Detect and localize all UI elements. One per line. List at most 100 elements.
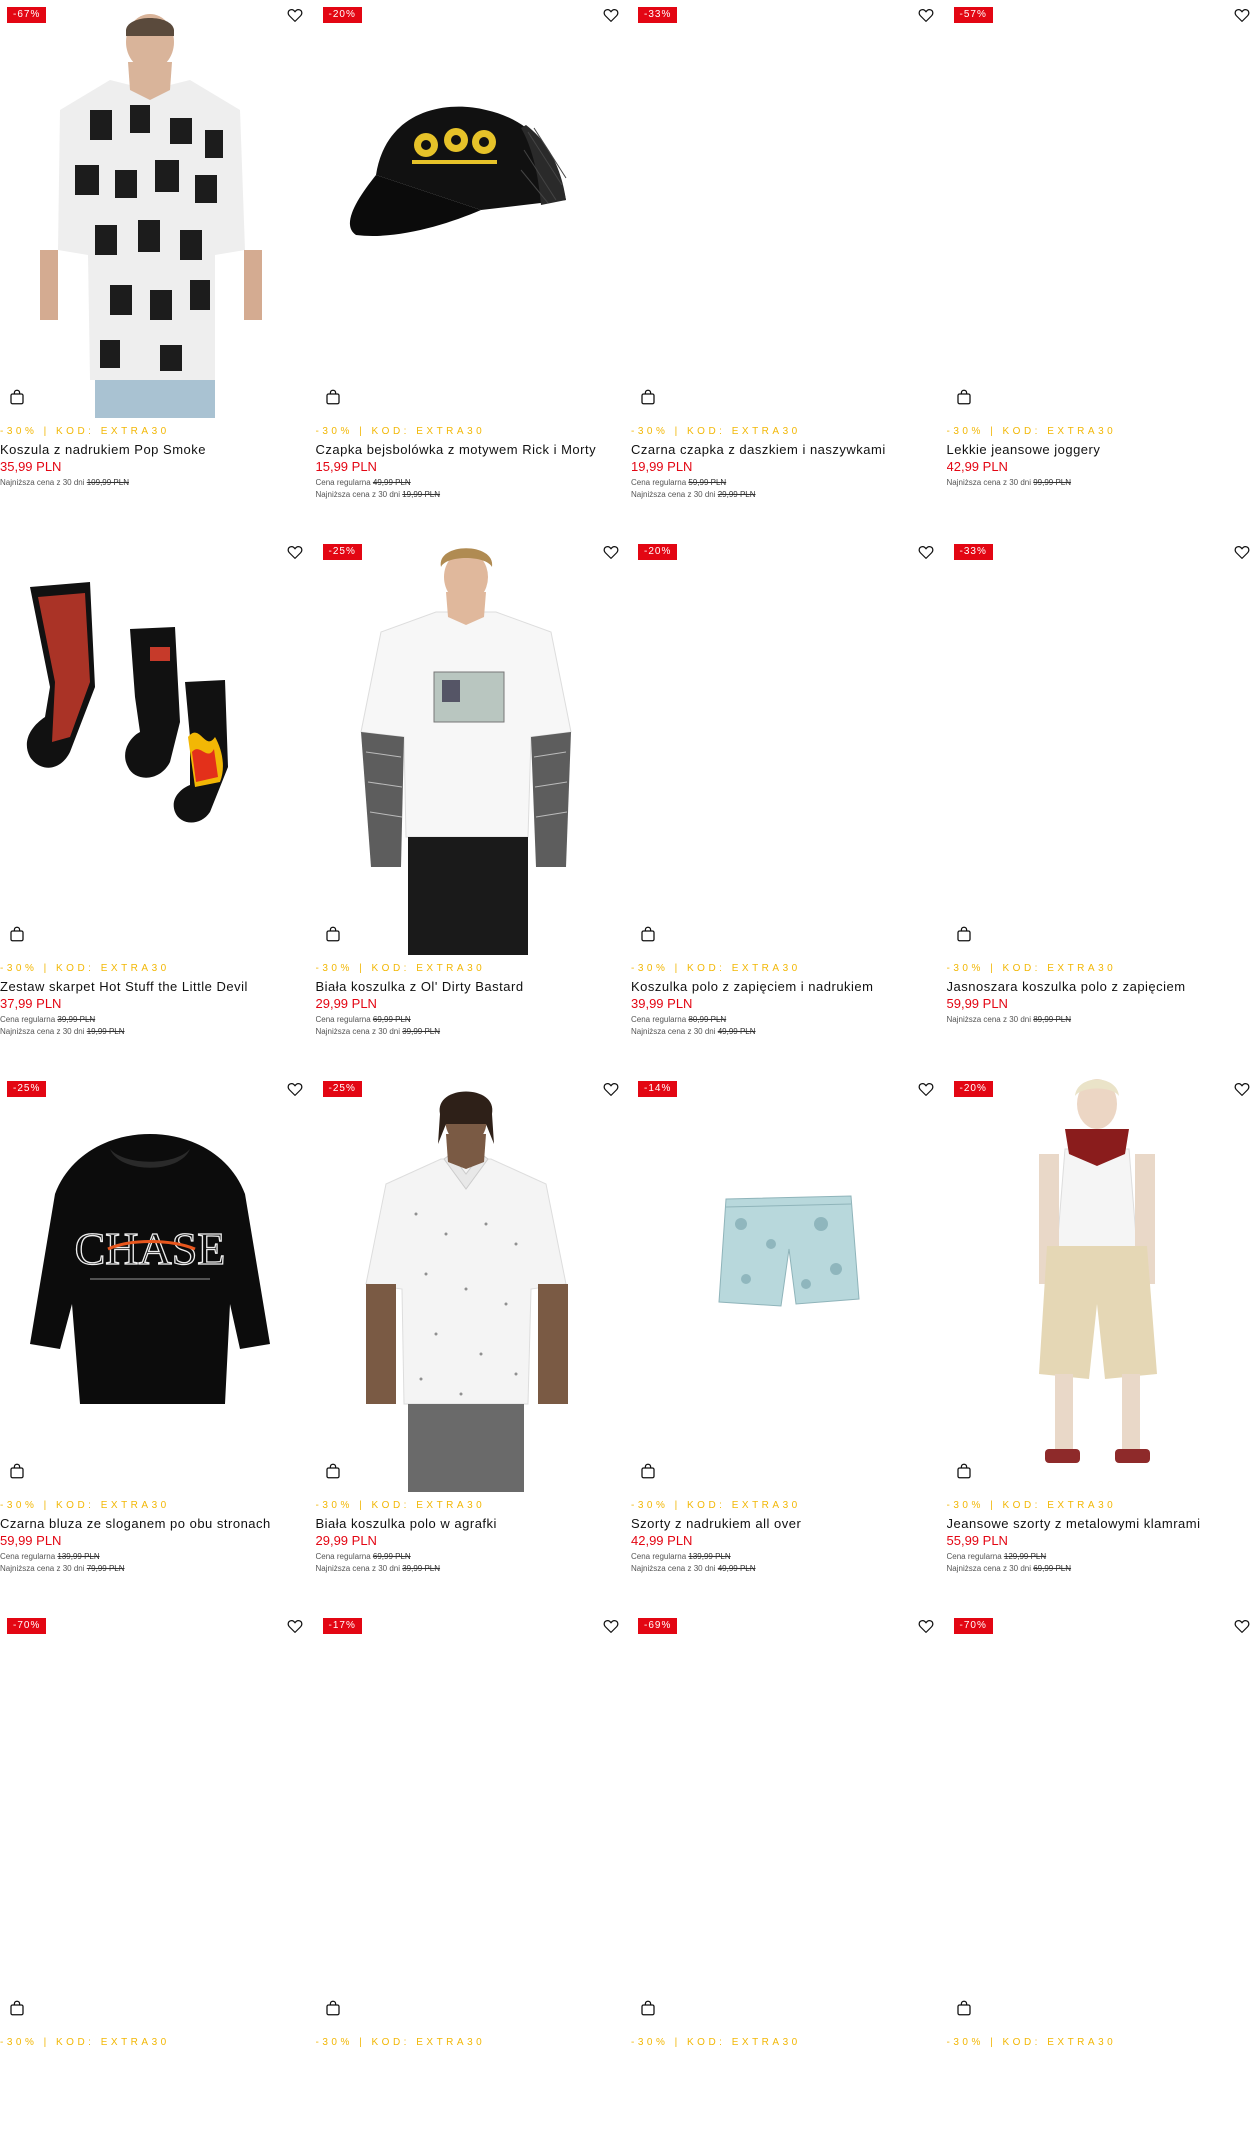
- product-card[interactable]: -67% -30% | KOD: EXTRA30 Koszula z nadru…: [0, 0, 316, 537]
- lowest-price-label: Najniższa cena z 30 dni: [631, 490, 718, 499]
- shopping-bag-icon[interactable]: [324, 1462, 342, 1480]
- lowest-price-value: 39,99 PLN: [402, 1564, 440, 1573]
- discount-badge: -20%: [323, 7, 362, 23]
- price-history: Najniższa cena z 30 dni 99,99 PLN: [947, 477, 1072, 489]
- product-image[interactable]: [631, 537, 931, 955]
- product-name[interactable]: Czarna bluza ze sloganem po obu stronach: [0, 1516, 271, 1531]
- shopping-bag-icon[interactable]: [324, 388, 342, 406]
- product-name[interactable]: Biała koszulka polo w agrafki: [316, 1516, 497, 1531]
- hoodie-graphic-text: CHASE: [75, 1223, 226, 1274]
- shopping-bag-icon[interactable]: [8, 388, 26, 406]
- product-image[interactable]: CHASE: [0, 1074, 300, 1492]
- product-name[interactable]: Koszulka polo z zapięciem i nadrukiem: [631, 979, 874, 994]
- product-image[interactable]: [316, 0, 616, 418]
- shopping-bag-icon[interactable]: [955, 388, 973, 406]
- regular-price-label: Cena regularna: [631, 478, 688, 487]
- product-image[interactable]: [316, 1611, 616, 2029]
- product-card[interactable]: -14% -30% | KOD: EXTRA30 Szorty z nadruk…: [631, 1074, 947, 1611]
- heart-outline-icon[interactable]: [286, 1617, 304, 1635]
- heart-outline-icon[interactable]: [917, 6, 935, 24]
- product-card[interactable]: -17% -30% | KOD: EXTRA30: [316, 1611, 632, 2148]
- product-image[interactable]: [316, 537, 616, 955]
- heart-outline-icon[interactable]: [602, 1080, 620, 1098]
- regular-price-line: Cena regularna 129,99 PLN: [947, 1551, 1072, 1563]
- shopping-bag-icon[interactable]: [8, 925, 26, 943]
- product-illustration: [0, 537, 300, 955]
- promo-code-label: -30% | KOD: EXTRA30: [316, 963, 486, 974]
- heart-outline-icon[interactable]: [1233, 543, 1250, 561]
- shopping-bag-icon[interactable]: [955, 1999, 973, 2017]
- product-card[interactable]: -33% -30% | KOD: EXTRA30 Jasnoszara kosz…: [947, 537, 1250, 1074]
- product-card[interactable]: -33% -30% | KOD: EXTRA30 Czarna czapka z…: [631, 0, 947, 537]
- product-illustration: [316, 537, 616, 955]
- product-card[interactable]: -20% -30% | KOD: EXTRA30 Jeansowe szorty…: [947, 1074, 1250, 1611]
- heart-outline-icon[interactable]: [602, 6, 620, 24]
- product-image[interactable]: [947, 537, 1247, 955]
- product-illustration: CHASE: [0, 1074, 300, 1492]
- product-card[interactable]: -57% -30% | KOD: EXTRA30 Lekkie jeansowe…: [947, 0, 1250, 537]
- lowest-price-label: Najniższa cena z 30 dni: [316, 490, 403, 499]
- product-price: 55,99 PLN: [947, 1533, 1008, 1548]
- heart-outline-icon[interactable]: [917, 1080, 935, 1098]
- heart-outline-icon[interactable]: [602, 543, 620, 561]
- heart-outline-icon[interactable]: [1233, 1080, 1250, 1098]
- shopping-bag-icon[interactable]: [955, 925, 973, 943]
- product-name[interactable]: Szorty z nadrukiem all over: [631, 1516, 801, 1531]
- heart-outline-icon[interactable]: [1233, 1617, 1250, 1635]
- product-name[interactable]: Jasnoszara koszulka polo z zapięciem: [947, 979, 1186, 994]
- product-name[interactable]: Czapka bejsbolówka z motywem Rick i Mort…: [316, 442, 597, 457]
- lowest-price-label: Najniższa cena z 30 dni: [316, 1564, 403, 1573]
- regular-price-value: 80,99 PLN: [688, 1015, 726, 1024]
- shopping-bag-icon[interactable]: [639, 925, 657, 943]
- shopping-bag-icon[interactable]: [639, 1462, 657, 1480]
- product-image[interactable]: [947, 1074, 1247, 1492]
- product-price: 19,99 PLN: [631, 459, 692, 474]
- shopping-bag-icon[interactable]: [639, 1999, 657, 2017]
- product-name[interactable]: Czarna czapka z daszkiem i naszywkami: [631, 442, 886, 457]
- product-name[interactable]: Biała koszulka z Ol' Dirty Bastard: [316, 979, 524, 994]
- heart-outline-icon[interactable]: [917, 1617, 935, 1635]
- shopping-bag-icon[interactable]: [955, 1462, 973, 1480]
- product-name[interactable]: Zestaw skarpet Hot Stuff the Little Devi…: [0, 979, 248, 994]
- shopping-bag-icon[interactable]: [8, 1999, 26, 2017]
- heart-outline-icon[interactable]: [286, 1080, 304, 1098]
- product-name[interactable]: Lekkie jeansowe joggery: [947, 442, 1101, 457]
- shopping-bag-icon[interactable]: [324, 925, 342, 943]
- product-name[interactable]: Koszula z nadrukiem Pop Smoke: [0, 442, 206, 457]
- product-card[interactable]: -70% -30% | KOD: EXTRA30: [947, 1611, 1250, 2148]
- product-card[interactable]: -30% | KOD: EXTRA30 Zestaw skarpet Hot S…: [0, 537, 316, 1074]
- heart-outline-icon[interactable]: [917, 543, 935, 561]
- product-card[interactable]: -69% -30% | KOD: EXTRA30: [631, 1611, 947, 2148]
- shopping-bag-icon[interactable]: [8, 1462, 26, 1480]
- promo-code-label: -30% | KOD: EXTRA30: [0, 963, 170, 974]
- product-card[interactable]: CHASE -25% -30% | KOD: EXTRA30 Czarna bl…: [0, 1074, 316, 1611]
- product-image[interactable]: [0, 0, 300, 418]
- product-card[interactable]: -25% -30% | KOD: EXTRA30 Biała koszulka …: [316, 537, 632, 1074]
- product-price: 29,99 PLN: [316, 1533, 377, 1548]
- regular-price-line: Cena regularna 39,99 PLN: [0, 1014, 125, 1026]
- product-image[interactable]: [631, 1611, 931, 2029]
- product-image[interactable]: [0, 1611, 300, 2029]
- product-name[interactable]: Jeansowe szorty z metalowymi klamrami: [947, 1516, 1201, 1531]
- lowest-price-value: 39,99 PLN: [402, 1027, 440, 1036]
- lowest-price-label: Najniższa cena z 30 dni: [0, 1564, 87, 1573]
- heart-outline-icon[interactable]: [286, 6, 304, 24]
- product-card[interactable]: -20% -30% | KOD: EXTRA30 Czapka bejsboló…: [316, 0, 632, 537]
- product-card[interactable]: -25% -30% | KOD: EXTRA30 Biała koszulka …: [316, 1074, 632, 1611]
- heart-outline-icon[interactable]: [602, 1617, 620, 1635]
- heart-outline-icon[interactable]: [1233, 6, 1250, 24]
- product-image[interactable]: [0, 537, 300, 955]
- product-card[interactable]: -70% -30% | KOD: EXTRA30: [0, 1611, 316, 2148]
- discount-badge: -33%: [638, 7, 677, 23]
- shopping-bag-icon[interactable]: [639, 388, 657, 406]
- lowest-price-value: 109,99 PLN: [87, 478, 129, 487]
- product-card[interactable]: -20% -30% | KOD: EXTRA30 Koszulka polo z…: [631, 537, 947, 1074]
- heart-outline-icon[interactable]: [286, 543, 304, 561]
- product-image[interactable]: [947, 0, 1247, 418]
- product-image[interactable]: [947, 1611, 1247, 2029]
- shopping-bag-icon[interactable]: [324, 1999, 342, 2017]
- product-image[interactable]: [631, 0, 931, 418]
- product-image[interactable]: [316, 1074, 616, 1492]
- regular-price-label: Cena regularna: [631, 1552, 688, 1561]
- product-image[interactable]: [631, 1074, 931, 1492]
